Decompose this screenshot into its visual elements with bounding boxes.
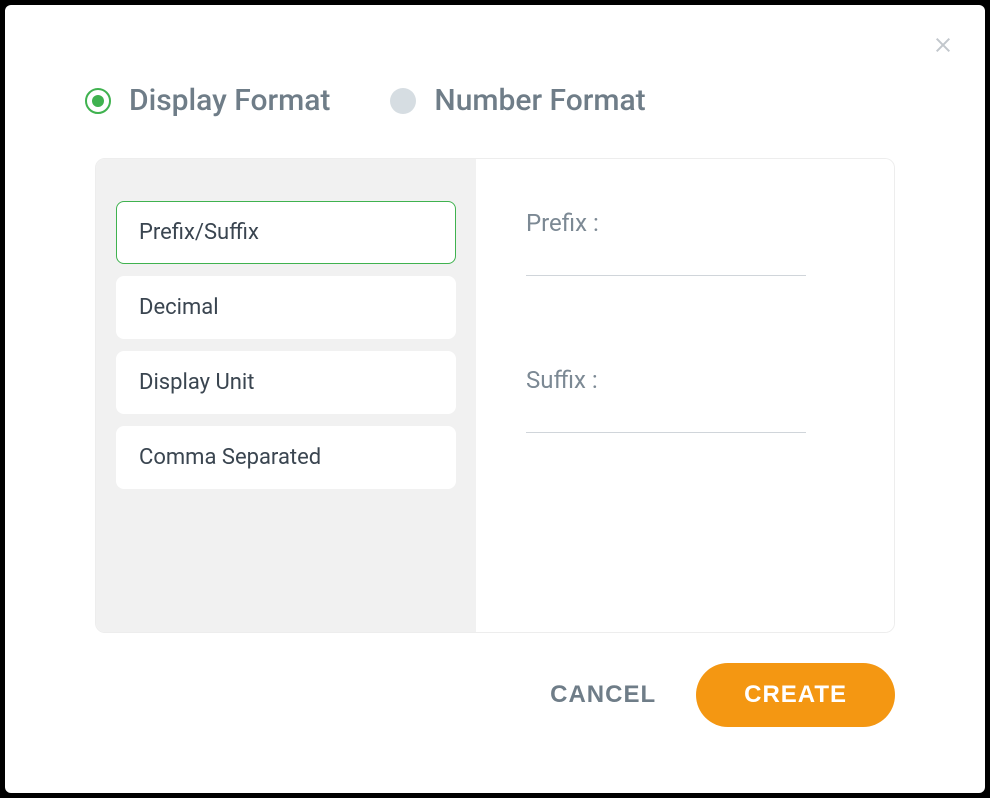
tab-label: Number Format bbox=[434, 83, 645, 118]
tab-label: Display Format bbox=[129, 83, 330, 118]
format-dialog: Display Format Number Format Prefix/Suff… bbox=[5, 5, 985, 793]
sidebar-item-label: Prefix/Suffix bbox=[139, 220, 259, 245]
close-icon[interactable] bbox=[931, 29, 955, 63]
sidebar-item-label: Decimal bbox=[139, 295, 219, 320]
panel: Prefix/Suffix Decimal Display Unit Comma… bbox=[95, 158, 895, 633]
suffix-input[interactable] bbox=[526, 398, 806, 433]
sidebar-item-prefix-suffix[interactable]: Prefix/Suffix bbox=[116, 201, 456, 264]
sidebar-item-label: Display Unit bbox=[139, 370, 254, 395]
suffix-label: Suffix : bbox=[526, 366, 844, 394]
prefix-field-group: Prefix : bbox=[526, 209, 844, 276]
dialog-actions: CANCEL CREATE bbox=[5, 633, 985, 727]
radio-selected-icon bbox=[85, 88, 111, 114]
sidebar-item-label: Comma Separated bbox=[139, 445, 321, 470]
radio-unselected-icon bbox=[390, 88, 416, 114]
format-tabs: Display Format Number Format bbox=[5, 5, 985, 118]
sidebar-item-display-unit[interactable]: Display Unit bbox=[116, 351, 456, 414]
prefix-label: Prefix : bbox=[526, 209, 844, 237]
tab-display-format[interactable]: Display Format bbox=[85, 83, 330, 118]
content-pane: Prefix : Suffix : bbox=[476, 159, 894, 632]
sidebar: Prefix/Suffix Decimal Display Unit Comma… bbox=[96, 159, 476, 632]
create-button[interactable]: CREATE bbox=[696, 663, 895, 727]
tab-number-format[interactable]: Number Format bbox=[390, 83, 645, 118]
sidebar-item-decimal[interactable]: Decimal bbox=[116, 276, 456, 339]
prefix-input[interactable] bbox=[526, 241, 806, 276]
suffix-field-group: Suffix : bbox=[526, 366, 844, 433]
sidebar-item-comma-separated[interactable]: Comma Separated bbox=[116, 426, 456, 489]
cancel-button[interactable]: CANCEL bbox=[550, 681, 656, 709]
